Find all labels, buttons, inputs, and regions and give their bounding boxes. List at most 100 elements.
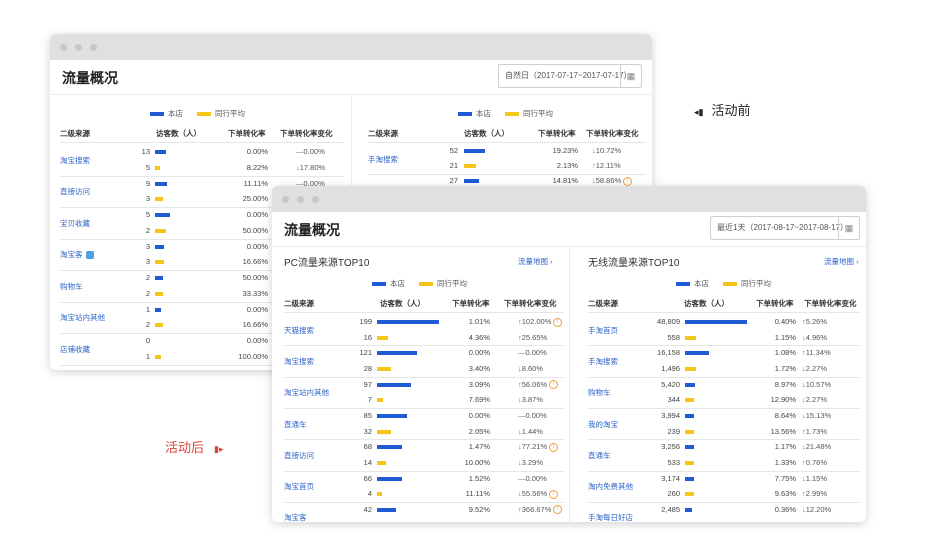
- conversion-change: ↓3.29%: [518, 458, 543, 467]
- source-link[interactable]: 店铺收藏: [60, 344, 90, 355]
- bar-peer: [155, 291, 164, 296]
- source-link[interactable]: 手淘首页: [588, 325, 618, 336]
- source-link[interactable]: 手淘搜索: [588, 356, 618, 367]
- conversion-rate: 2.13%: [556, 161, 578, 170]
- warning-icon[interactable]: !: [549, 380, 559, 390]
- conversion-peer: 25.00%: [242, 194, 268, 204]
- legend-peer: 同行平均: [419, 279, 467, 288]
- source-link[interactable]: 淘宝客: [60, 249, 94, 260]
- source-link[interactable]: 手淘搜索: [368, 154, 398, 165]
- visitor-count-peer: 1,496: [661, 363, 680, 373]
- source-link[interactable]: 淘宝搜索: [284, 356, 314, 367]
- conversion-change: ↑25.65%: [518, 333, 547, 342]
- change-value: 4.96%: [805, 332, 828, 342]
- warning-icon[interactable]: !: [623, 176, 633, 186]
- calendar-icon[interactable]: ▦: [620, 65, 641, 87]
- source-link[interactable]: 直接访问: [284, 450, 314, 461]
- warning-icon[interactable]: !: [553, 317, 563, 327]
- source-link[interactable]: 淘宝站内其他: [60, 312, 105, 323]
- visitor-count-peer: 533: [667, 457, 680, 467]
- source-link[interactable]: 直通车: [588, 450, 611, 461]
- bar-peer: [685, 366, 697, 371]
- legend-swatch-peer: [419, 282, 433, 287]
- row-divider: [588, 439, 860, 441]
- change-value: 0.00%: [303, 147, 325, 156]
- traffic-map-link[interactable]: 流量地图 ›: [824, 256, 859, 267]
- date-range-picker[interactable]: 自然日（2017-07-17~2017-07-17） ▦: [498, 64, 642, 88]
- warning-icon[interactable]: !: [549, 442, 559, 452]
- bar-peer: [464, 164, 476, 168]
- header-visitors: 访客数（人）: [464, 129, 509, 138]
- source-name: 淘宝站内其他: [284, 388, 329, 398]
- page-title: 流量概况: [62, 70, 118, 86]
- before-arrow-icon: ◂▮: [694, 107, 704, 117]
- legend-swatch-self: [150, 112, 164, 117]
- after-window: 流量概况 最近1天（2017-08-17~2017-08-17） ▦ PC流量来…: [272, 186, 866, 522]
- source-link[interactable]: 购物车: [60, 281, 83, 292]
- legend-self: 本店: [150, 109, 183, 118]
- bar-peer: [377, 398, 384, 403]
- source-link[interactable]: 我的淘宝: [588, 419, 618, 430]
- conversion-peer: 8.22%: [246, 162, 268, 172]
- bar-peer: [685, 460, 694, 465]
- conversion-change: —0.00%: [518, 348, 547, 357]
- chart-legend: 本店 同行平均: [676, 278, 785, 289]
- bar-peer: [685, 398, 694, 403]
- change-value: 0.76%: [805, 457, 828, 467]
- date-range-picker[interactable]: 最近1天（2017-08-17~2017-08-17） ▦: [710, 216, 860, 240]
- bar-peer: [155, 260, 165, 265]
- visitor-count-peer: 2: [145, 288, 150, 298]
- bar-peer: [155, 228, 166, 233]
- bar-self: [377, 320, 439, 324]
- conversion-change: ↓2.27%: [802, 395, 827, 404]
- source-name: 宝贝收藏: [60, 218, 90, 228]
- conversion-change: ↓55.56%!: [518, 489, 559, 499]
- bar-self: [685, 476, 694, 481]
- dash-icon: —: [518, 473, 526, 483]
- conversion-rate: 14.81%: [552, 176, 578, 185]
- source-name: 手淘每日好店: [588, 513, 633, 522]
- source-link[interactable]: 直接访问: [60, 186, 90, 197]
- visitor-count-self: 48,809: [657, 317, 680, 326]
- source-link[interactable]: 手淘每日好店: [588, 512, 633, 522]
- before-label: ◂▮ 活动前: [694, 100, 751, 119]
- traffic-map-link[interactable]: 流量地图 ›: [518, 256, 553, 267]
- conversion-change: —0.00%: [518, 474, 547, 483]
- legend-self-label: 本店: [168, 109, 183, 118]
- warning-icon[interactable]: !: [553, 505, 563, 515]
- legend-peer-label: 同行平均: [741, 279, 771, 288]
- legend-peer: 同行平均: [723, 279, 771, 288]
- row-divider: [368, 174, 646, 175]
- source-link[interactable]: 购物车: [588, 387, 611, 398]
- bar-peer: [377, 492, 382, 497]
- legend-swatch-self: [458, 112, 472, 117]
- conversion-change: ↑12.11%: [592, 161, 621, 170]
- visitor-count-peer: 28: [363, 363, 372, 373]
- bar-peer: [155, 354, 161, 359]
- dash-icon: —: [518, 348, 526, 358]
- source-link[interactable]: 淘宝客: [284, 512, 307, 522]
- calendar-icon[interactable]: ▦: [838, 217, 859, 239]
- bar-self: [155, 307, 161, 312]
- conversion-self: 3.09%: [468, 379, 490, 389]
- bar-self: [464, 149, 485, 153]
- warning-icon[interactable]: !: [549, 489, 559, 499]
- bar-self: [377, 476, 402, 481]
- conversion-self: 0.00%: [246, 241, 268, 251]
- source-link[interactable]: 淘宝站内其他: [284, 387, 329, 398]
- visitor-count-peer: 32: [363, 426, 372, 436]
- change-value: 21.48%: [805, 442, 832, 452]
- visitor-count-self: 9: [145, 178, 150, 188]
- source-name: 店铺收藏: [60, 344, 90, 354]
- visitor-count-peer: 260: [667, 489, 680, 499]
- source-link[interactable]: 宝贝收藏: [60, 218, 90, 229]
- header-conversion: 下单转化率: [228, 129, 266, 138]
- source-link[interactable]: 淘宝搜索: [60, 155, 90, 166]
- bar-peer: [377, 460, 386, 465]
- source-link[interactable]: 淘宝首页: [284, 481, 314, 492]
- row-divider: [284, 470, 564, 472]
- source-link[interactable]: 淘内免费其他: [588, 481, 633, 492]
- source-link[interactable]: 直通车: [284, 419, 307, 430]
- visitor-count-peer: 1: [145, 351, 150, 361]
- source-link[interactable]: 天猫搜索: [284, 325, 314, 336]
